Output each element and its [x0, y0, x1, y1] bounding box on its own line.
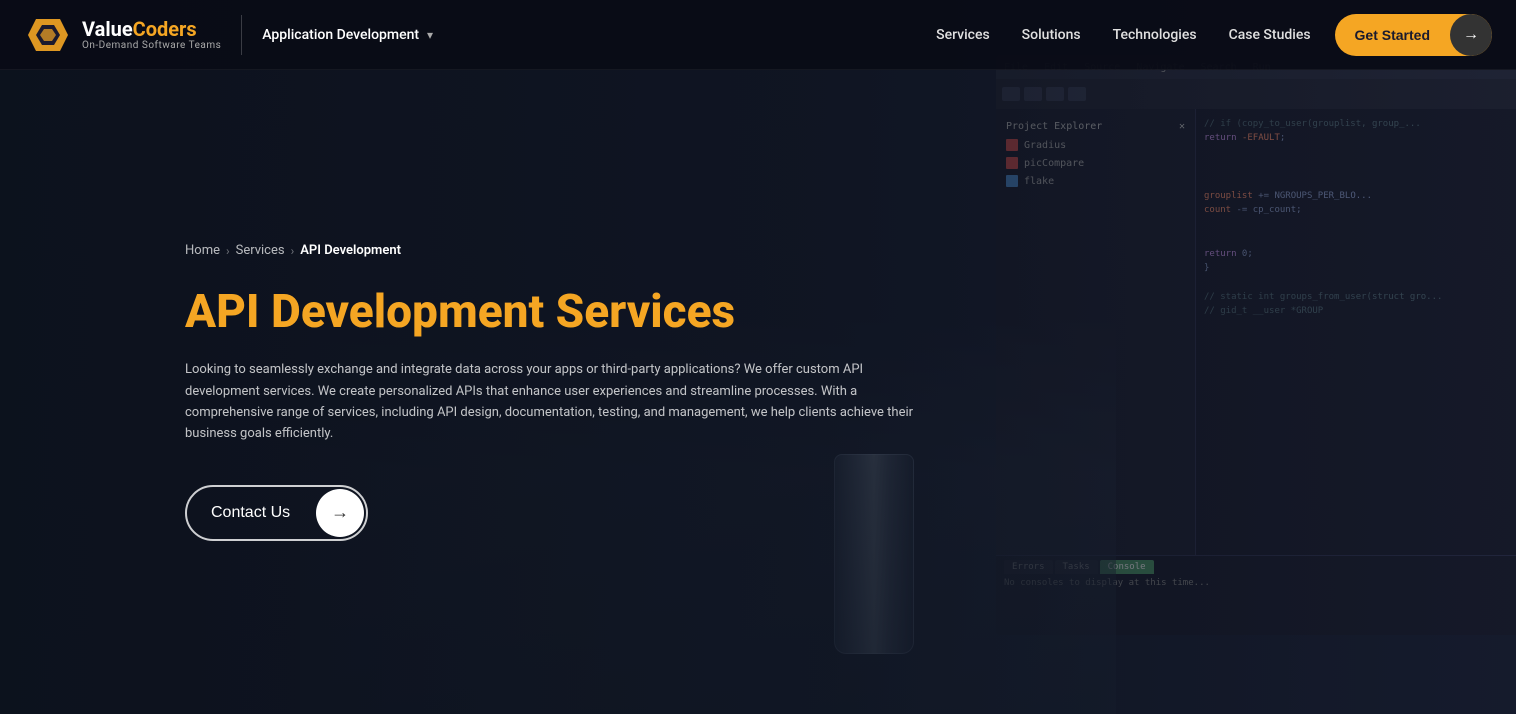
nav-link-case-studies[interactable]: Case Studies: [1229, 27, 1311, 43]
get-started-button[interactable]: Get Started →: [1335, 14, 1492, 56]
get-started-arrow-icon: →: [1450, 14, 1492, 56]
logo-title: ValueCoders: [82, 18, 221, 40]
logo-coders: Coders: [133, 17, 197, 41]
nav-link-technologies[interactable]: Technologies: [1113, 27, 1197, 43]
page-description: Looking to seamlessly exchange and integ…: [185, 359, 925, 445]
navbar: ValueCoders On-Demand Software Teams App…: [0, 0, 1516, 70]
logo-icon: [24, 11, 72, 59]
chevron-down-icon: ▾: [427, 28, 433, 42]
get-started-label: Get Started: [1335, 27, 1450, 43]
contact-us-button[interactable]: Contact Us →: [185, 485, 368, 541]
nav-link-services[interactable]: Services: [936, 27, 990, 43]
nav-dropdown-application-dev[interactable]: Application Development ▾: [262, 27, 433, 43]
breadcrumb-home[interactable]: Home: [185, 243, 220, 258]
page-title: API Development Services: [185, 286, 785, 339]
contact-us-arrow-icon: →: [316, 489, 364, 537]
breadcrumb-services[interactable]: Services: [236, 243, 285, 258]
main-content: Home › Services › API Development API De…: [0, 70, 1516, 714]
breadcrumb: Home › Services › API Development: [185, 243, 1516, 258]
contact-us-label: Contact Us: [187, 504, 314, 522]
logo-text: ValueCoders On-Demand Software Teams: [82, 18, 221, 51]
logo-value: Value: [82, 17, 133, 41]
nav-divider: [241, 15, 242, 55]
breadcrumb-current: API Development: [300, 243, 401, 258]
nav-dropdown-label: Application Development: [262, 27, 419, 43]
breadcrumb-separator-1: ›: [226, 244, 230, 258]
nav-link-solutions[interactable]: Solutions: [1022, 27, 1081, 43]
logo[interactable]: ValueCoders On-Demand Software Teams: [24, 11, 221, 59]
logo-subtitle: On-Demand Software Teams: [82, 40, 221, 51]
nav-links: Services Solutions Technologies Case Stu…: [936, 27, 1310, 43]
logo-svg: [24, 11, 72, 59]
breadcrumb-separator-2: ›: [291, 244, 295, 258]
